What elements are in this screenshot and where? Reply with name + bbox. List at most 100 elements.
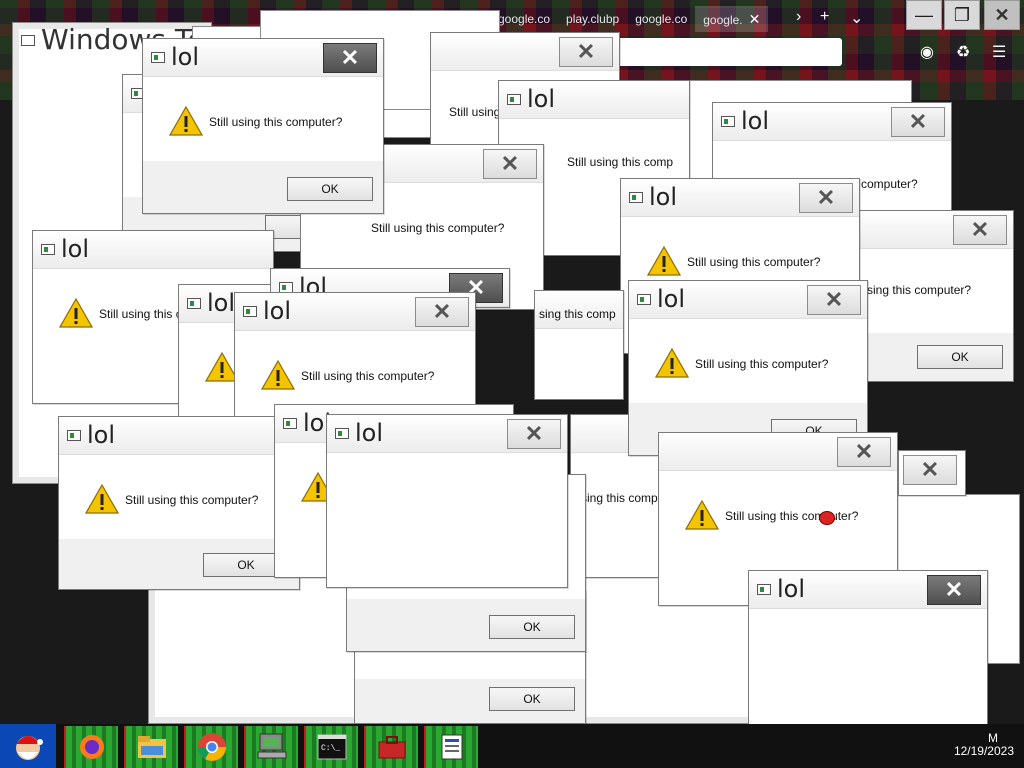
app-icon xyxy=(507,94,521,105)
ok-button[interactable]: OK xyxy=(917,345,1003,369)
dialog-message: Still using this computer? xyxy=(209,115,343,129)
tab-overflow-icon[interactable]: › xyxy=(796,8,801,26)
dialog-body xyxy=(327,453,567,587)
file-explorer-icon[interactable] xyxy=(124,726,178,768)
app-icon xyxy=(41,244,55,255)
dialog-message: Still using this computer? xyxy=(125,493,259,507)
mouse-cursor xyxy=(819,511,835,525)
dialog-title: lol xyxy=(355,419,384,447)
document-glyph xyxy=(441,734,463,760)
dialog-message: Still using this computer? xyxy=(725,509,859,523)
alert-dialog[interactable]: lol ✕ Still using this computer? OK xyxy=(628,280,868,456)
alert-dialog[interactable]: lol ✕ Still using this computer? OK xyxy=(142,38,384,214)
firefox-icon[interactable] xyxy=(64,726,118,768)
warning-icon xyxy=(655,348,689,378)
close-icon[interactable]: ✕ xyxy=(807,285,861,315)
dialog-title: lol xyxy=(777,575,806,603)
ok-button[interactable]: OK xyxy=(489,687,575,711)
firefox-glyph xyxy=(80,735,104,759)
dialog-message: Still using this comp xyxy=(567,155,674,169)
alert-dialog[interactable]: lol Still using this computer? OK xyxy=(58,416,300,590)
close-icon[interactable]: ✕ xyxy=(903,455,957,485)
cmd-glyph: C:\_ xyxy=(317,734,347,760)
alert-dialog[interactable]: ✕ xyxy=(898,450,966,496)
computer-icon[interactable] xyxy=(244,726,298,768)
close-icon[interactable]: ✕ xyxy=(749,11,761,27)
new-tab-icon[interactable]: + xyxy=(820,8,829,26)
toolbox-glyph xyxy=(378,736,406,759)
svg-text:C:\_: C:\_ xyxy=(321,744,340,753)
app-icon xyxy=(757,584,771,595)
extensions-icon[interactable]: ♻ xyxy=(956,42,970,62)
close-icon[interactable]: ✕ xyxy=(837,437,891,467)
dialog-message: Still using this computer? xyxy=(371,221,505,235)
dialog-title-bar[interactable]: lol xyxy=(59,417,299,455)
dialog-body: Still using this computer? xyxy=(629,319,867,403)
dialog-message: sing this computer? xyxy=(867,283,972,297)
toolbox-icon[interactable] xyxy=(364,726,418,768)
dialog-message: Still using this computer? xyxy=(695,357,829,371)
dialog-body: Still using this computer? xyxy=(143,77,383,161)
app-icon xyxy=(67,430,81,441)
app-icon xyxy=(151,52,165,63)
dialog-footer: OK xyxy=(59,539,299,589)
dialog-title: lol xyxy=(171,43,200,71)
dialog-message: Still using this computer? xyxy=(301,369,435,383)
minimize-button[interactable]: — xyxy=(906,0,942,30)
dialog-footer: OK xyxy=(347,599,585,651)
dialog-body: Still using this computer? xyxy=(235,331,475,415)
dialog-title-bar[interactable]: lol xyxy=(499,81,689,119)
alert-dialog[interactable]: sing this comp xyxy=(534,290,624,400)
app-icon xyxy=(629,192,643,203)
browser-tab-strip: google.co play.clubp google.co google. ✕ xyxy=(490,6,769,32)
chrome-icon[interactable] xyxy=(184,726,238,768)
close-icon[interactable]: ✕ xyxy=(799,183,853,213)
close-icon[interactable]: ✕ xyxy=(323,43,377,73)
dialog-title: lol xyxy=(263,297,292,325)
dialog-title-bar[interactable]: lol xyxy=(33,231,273,269)
dialog-message: sing this comp xyxy=(539,307,616,321)
app-icon xyxy=(283,418,297,429)
warning-icon xyxy=(647,246,681,276)
browser-tab[interactable]: google.co xyxy=(490,6,558,32)
dialog-body: Still using this computer? xyxy=(659,471,897,555)
browser-tab-active[interactable]: google. ✕ xyxy=(695,6,769,32)
folder-glyph xyxy=(138,736,166,758)
tab-list-icon[interactable]: ⌄ xyxy=(850,8,863,28)
alert-dialog[interactable]: lol ✕ xyxy=(748,570,988,744)
clock-date[interactable]: 12/19/2023 xyxy=(954,744,1014,758)
address-bar[interactable] xyxy=(612,38,842,66)
alert-dialog[interactable]: lol ✕ xyxy=(326,414,568,588)
start-button[interactable] xyxy=(0,724,56,768)
pocket-icon[interactable]: ◉ xyxy=(920,42,934,62)
app-icon xyxy=(187,298,201,309)
browser-tab[interactable]: play.clubp xyxy=(558,6,627,32)
close-icon[interactable]: ✕ xyxy=(507,419,561,449)
dialog-message: Still using this computer? xyxy=(687,255,821,269)
close-icon[interactable]: ✕ xyxy=(483,149,537,179)
close-button[interactable]: ✕ xyxy=(984,0,1020,30)
browser-tab[interactable]: google.co xyxy=(627,6,695,32)
command-prompt-icon[interactable]: C:\_ xyxy=(304,726,358,768)
warning-icon xyxy=(169,106,203,136)
dialog-title: lol xyxy=(649,183,678,211)
dialog-title: lol xyxy=(657,285,686,313)
restore-button[interactable]: ❐ xyxy=(944,0,980,30)
dialog-body xyxy=(749,609,987,743)
close-icon[interactable]: ✕ xyxy=(559,37,613,67)
santa-icon xyxy=(16,736,43,760)
close-icon[interactable]: ✕ xyxy=(953,215,1007,245)
close-icon[interactable]: ✕ xyxy=(891,107,945,137)
dialog-body: Still using this computer? xyxy=(59,455,299,539)
dialog-message: Still using xyxy=(449,105,501,119)
clock-time: M xyxy=(988,731,998,745)
dialog-title: lol xyxy=(527,85,556,113)
ok-button[interactable]: OK xyxy=(489,615,575,639)
dialog-footer: OK xyxy=(355,679,585,723)
document-icon[interactable] xyxy=(424,726,478,768)
close-icon[interactable]: ✕ xyxy=(415,297,469,327)
menu-icon[interactable]: ☰ xyxy=(992,42,1006,62)
ok-button[interactable]: OK xyxy=(287,177,373,201)
close-icon[interactable]: ✕ xyxy=(927,575,981,605)
app-icon xyxy=(21,35,35,46)
